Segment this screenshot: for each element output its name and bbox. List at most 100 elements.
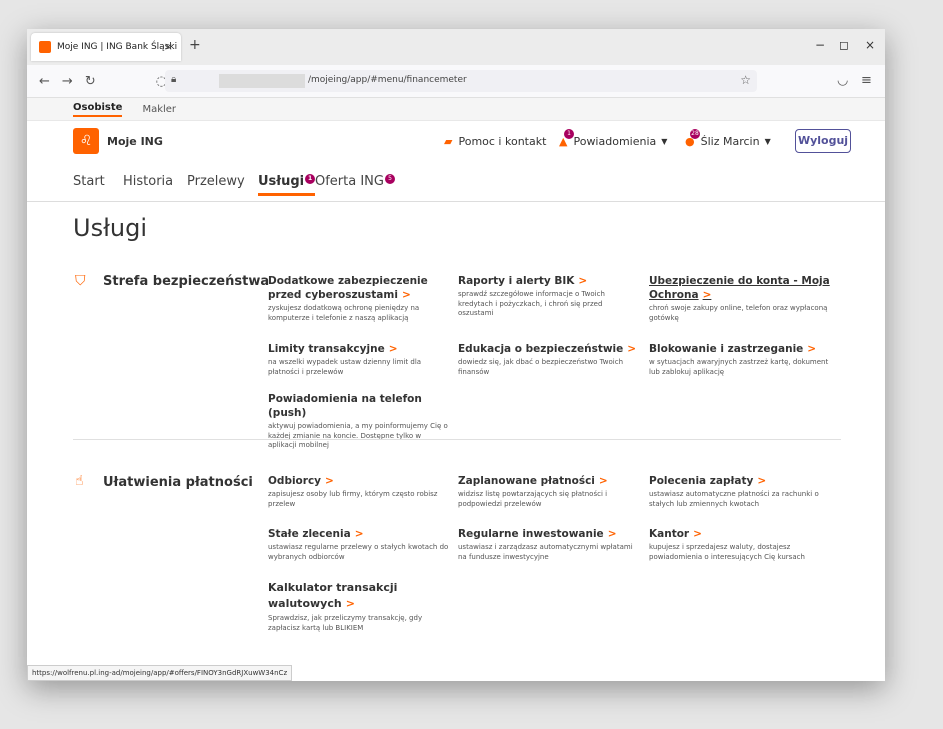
- logout-button[interactable]: Wyloguj: [795, 129, 851, 153]
- tab-makler[interactable]: Makler: [142, 104, 176, 115]
- service-desc: w sytuacjach awaryjnych zastrzeż kartę, …: [649, 358, 829, 376]
- service-item[interactable]: Polecenia zapłaty > ustawiasz automatyczn…: [649, 474, 831, 509]
- nav-uslugi[interactable]: Usługi 1: [258, 174, 316, 196]
- service-desc: dowiedz się, jak dbać o bezpieczeństwo T…: [458, 358, 624, 376]
- service-item[interactable]: Regularne inwestowanie > ustawiasz i zarz…: [458, 527, 640, 562]
- url-text: /mojeing/app/#menu/financemeter: [308, 75, 467, 85]
- service-desc: widzisz listę powtarzających się płatnoś…: [458, 490, 608, 508]
- nav-start[interactable]: Start: [73, 174, 105, 189]
- service-desc: na wszelki wypadek ustaw dzienny limit d…: [268, 358, 422, 376]
- maximize-icon[interactable]: ◻: [839, 38, 849, 52]
- new-tab-icon[interactable]: +: [189, 37, 201, 53]
- service-item[interactable]: Raporty i alerty BIK > sprawdź szczegółow…: [458, 274, 640, 319]
- user-name: Śliz Marcin: [700, 135, 760, 148]
- lock-icon: 🔒︎: [171, 74, 177, 85]
- service-desc: Sprawdzisz, jak przeliczymy transakcję, …: [268, 614, 423, 632]
- forward-icon[interactable]: →: [62, 74, 73, 89]
- service-title[interactable]: Odbiorcy >: [268, 474, 450, 488]
- chevron-right-icon: >: [702, 289, 712, 301]
- service-item[interactable]: Dodatkowe zabezpieczenie przed cyberoszu…: [268, 274, 450, 323]
- chevron-right-icon: >: [325, 475, 334, 487]
- chevron-right-icon: >: [757, 475, 767, 487]
- service-title[interactable]: Polecenia zapłaty >: [649, 474, 831, 488]
- service-title[interactable]: Raporty i alerty BIK >: [458, 274, 640, 288]
- service-item[interactable]: Zaplanowane płatności > widzisz listę pow…: [458, 474, 640, 509]
- service-desc: chroń swoje zakupy online, telefon oraz …: [649, 304, 828, 322]
- nav-oferta[interactable]: Oferta ING 5: [315, 174, 395, 189]
- chevron-right-icon: >: [345, 597, 355, 610]
- bookmark-star-icon[interactable]: ☆: [740, 73, 751, 87]
- chevron-right-icon: >: [693, 528, 702, 540]
- service-title[interactable]: Edukacja o bezpieczeństwie >: [458, 342, 640, 356]
- browser-window: Moje ING | ING Bank Śląski × + − ◻ × ← →…: [27, 29, 885, 681]
- service-desc: zyskujesz dodatkową ochronę pieniędzy na…: [268, 304, 420, 322]
- service-desc: kupujesz i sprzedajesz waluty, dostajesz…: [649, 543, 805, 561]
- service-title[interactable]: Limity transakcyjne >: [268, 342, 450, 356]
- address-bar[interactable]: 🔒︎ /mojeing/app/#menu/financemeter ☆: [165, 70, 757, 92]
- chevron-right-icon: >: [401, 289, 411, 301]
- bell-icon: ▲ 1: [559, 129, 574, 148]
- service-desc: sprawdź szczegółowe informacje o Twoich …: [458, 290, 605, 317]
- service-item[interactable]: Ubezpieczenie do konta - Moja Ochrona > c…: [649, 274, 831, 323]
- chevron-down-icon: ▼: [661, 137, 668, 146]
- user-badge: 28: [690, 129, 700, 139]
- service-item[interactable]: Stałe zlecenia > ustawiasz regularne prze…: [268, 527, 450, 562]
- nav-uslugi-badge: 1: [305, 174, 316, 184]
- minimize-icon[interactable]: −: [815, 38, 825, 52]
- tab-bar: Moje ING | ING Bank Śląski × + − ◻ ×: [27, 29, 885, 65]
- browser-navbar: ← → ↻ ◌ 🔒︎ /mojeing/app/#menu/financemet…: [27, 65, 885, 98]
- help-link[interactable]: ▰ Pomoc i kontakt: [444, 135, 546, 148]
- ing-lion-logo-icon[interactable]: ♌︎: [73, 128, 99, 154]
- notifications-menu[interactable]: ▲ 1 Powiadomienia ▼: [559, 129, 668, 148]
- section-title-payments: Ułatwienia płatności: [103, 475, 253, 490]
- shield-outline-icon: ⛉: [75, 273, 86, 289]
- avatar-icon: ● 28: [685, 129, 700, 148]
- menu-icon[interactable]: ≡: [861, 73, 872, 88]
- window-close-icon[interactable]: ×: [865, 38, 875, 52]
- reload-icon[interactable]: ↻: [85, 74, 96, 89]
- service-item[interactable]: Kantor > kupujesz i sprzedajesz waluty, d…: [649, 527, 831, 562]
- service-item[interactable]: Kalkulator transakcji walutowych > Sprawd…: [268, 580, 438, 633]
- service-item[interactable]: Odbiorcy > zapisujesz osoby lub firmy, kt…: [268, 474, 450, 509]
- service-title[interactable]: Zaplanowane płatności >: [458, 474, 640, 488]
- service-desc: ustawiasz automatyczne płatności za rach…: [649, 490, 819, 508]
- tab-osobiste[interactable]: Osobiste: [73, 102, 123, 117]
- user-menu[interactable]: ● 28 Śliz Marcin ▼: [685, 129, 771, 148]
- service-title[interactable]: Kantor >: [649, 527, 831, 541]
- service-title[interactable]: Dodatkowe zabezpieczenie przed cyberoszu…: [268, 274, 450, 302]
- chevron-right-icon: >: [598, 475, 608, 487]
- chevron-right-icon: >: [354, 528, 364, 540]
- site-header: ♌︎ Moje ING ▰ Pomoc i kontakt ▲ 1 Powiado…: [27, 121, 885, 167]
- service-title[interactable]: Powiadomienia na telefon (push): [268, 392, 450, 420]
- chevron-down-icon: ▼: [764, 137, 771, 146]
- service-title[interactable]: Kalkulator transakcji walutowych >: [268, 580, 438, 612]
- service-item[interactable]: Edukacja o bezpieczeństwie > dowiedz się,…: [458, 342, 640, 377]
- chevron-right-icon: >: [578, 275, 588, 287]
- service-item[interactable]: Powiadomienia na telefon (push) aktywuj …: [268, 392, 450, 451]
- browser-tab[interactable]: Moje ING | ING Bank Śląski ×: [31, 33, 181, 61]
- logo-text[interactable]: Moje ING: [107, 135, 163, 148]
- tab-close-icon[interactable]: ×: [164, 40, 173, 53]
- chat-icon: ▰: [444, 135, 453, 148]
- service-title[interactable]: Regularne inwestowanie >: [458, 527, 640, 541]
- service-item[interactable]: Blokowanie i zastrzeganie > w sytuacjach …: [649, 342, 831, 377]
- service-desc: ustawiasz regularne przelewy o stałych k…: [268, 543, 449, 561]
- service-desc: zapisujesz osoby lub firmy, którym częst…: [268, 490, 438, 508]
- service-title[interactable]: Stałe zlecenia >: [268, 527, 450, 541]
- pocket-icon[interactable]: ◡: [837, 73, 848, 88]
- chevron-right-icon: >: [807, 343, 817, 355]
- ing-favicon-icon: [39, 41, 51, 53]
- service-desc: ustawiasz i zarządzasz automatycznymi wp…: [458, 543, 633, 561]
- notifications-badge: 1: [564, 129, 574, 139]
- back-icon[interactable]: ←: [39, 74, 50, 89]
- nav-historia[interactable]: Historia: [123, 174, 173, 189]
- section-title-security: Strefa bezpieczeństwa: [103, 274, 270, 289]
- status-url: https://wolfrenu.pl.ing-ad/mojeing/app/#…: [27, 665, 293, 681]
- page-title: Usługi: [73, 214, 148, 242]
- nav-uslugi-label: Usługi: [258, 174, 305, 189]
- nav-przelewy[interactable]: Przelewy: [187, 174, 245, 189]
- service-title[interactable]: Ubezpieczenie do konta - Moja Ochrona >: [649, 274, 831, 302]
- service-title[interactable]: Blokowanie i zastrzeganie >: [649, 342, 831, 356]
- segment-tabs: Osobiste Makler: [27, 98, 885, 121]
- service-item[interactable]: Limity transakcyjne > na wszelki wypadek …: [268, 342, 450, 377]
